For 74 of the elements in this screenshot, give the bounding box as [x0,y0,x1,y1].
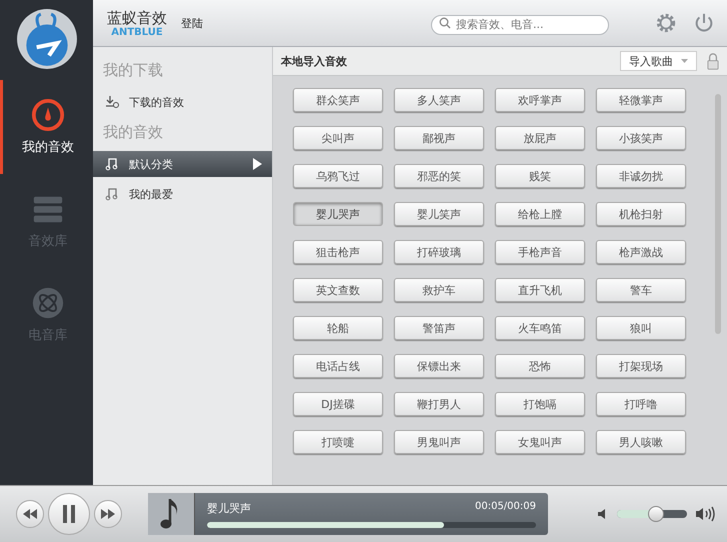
track-title: 婴儿哭声 [207,500,251,516]
atom-icon [31,286,65,320]
panel-title: 本地导入音效 [281,54,347,68]
sidebar-item[interactable]: 下载的音效 [93,89,272,115]
logo-icon [16,8,78,70]
sound-button[interactable]: 警车 [596,278,686,302]
sidebar-item[interactable]: 默认分类 [93,151,272,177]
sound-button[interactable]: 直升飞机 [495,278,585,302]
sound-button[interactable]: 非诚勿扰 [596,164,686,188]
sound-button[interactable]: 轮船 [293,316,383,340]
sound-button[interactable]: 邪恶的笑 [394,164,484,188]
volume-high-icon[interactable] [695,506,715,522]
sound-button[interactable]: 婴儿笑声 [394,202,484,226]
progress-bar[interactable] [207,522,536,528]
play-pause-button[interactable] [48,493,90,535]
sound-button[interactable]: 小孩笑声 [596,126,686,150]
sound-button[interactable]: 机枪扫射 [596,202,686,226]
sound-button[interactable]: 保镖出来 [394,354,484,378]
sound-button[interactable]: 火车鸣笛 [495,316,585,340]
sound-button[interactable]: 群众笑声 [293,88,383,112]
fast-forward-button[interactable] [94,500,122,528]
section-title: 我的音效 [102,122,164,143]
arrow-icon [252,158,262,170]
sound-button[interactable]: 贱笑 [495,164,585,188]
sound-button[interactable]: 女鬼叫声 [495,430,585,454]
sound-button[interactable]: 打饱嗝 [495,392,585,416]
download-icon [105,95,119,109]
rewind-icon [23,509,37,519]
sound-button[interactable]: 打呼噜 [596,392,686,416]
sidebar-item[interactable]: 我的最爱 [93,181,272,207]
sound-button[interactable]: 多人笑声 [394,88,484,112]
power-icon[interactable] [693,12,715,34]
sound-button[interactable]: 轻微掌声 [596,88,686,112]
sound-button[interactable]: 狙击枪声 [293,240,383,264]
sound-button[interactable]: 婴儿哭声 [293,202,383,226]
track-time: 00:05/00:09 [474,500,536,514]
sound-button[interactable]: 打喷嚏 [293,430,383,454]
login-link[interactable]: 登陆 [181,16,203,30]
fast-forward-icon [101,509,115,519]
rewind-button[interactable] [16,500,44,528]
sound-button[interactable]: 乌鸦飞过 [293,164,383,188]
sound-button[interactable]: 英文查数 [293,278,383,302]
search-icon [439,17,451,29]
scrollbar[interactable] [715,94,721,334]
sound-button[interactable]: 电话占线 [293,354,383,378]
album-art-icon [148,493,195,535]
sound-button[interactable]: 警笛声 [394,316,484,340]
music-note-icon [105,157,119,171]
pause-icon [61,505,77,523]
app-title: 蓝蚁音效 [107,8,167,28]
sound-button[interactable]: 鞭打男人 [394,392,484,416]
gauge-icon [31,98,65,132]
sound-button[interactable]: 放屁声 [495,126,585,150]
import-dropdown[interactable]: 导入歌曲 [620,51,697,71]
sound-button[interactable]: 鄙视声 [394,126,484,150]
sound-button[interactable]: 手枪声音 [495,240,585,264]
sound-button[interactable]: 欢呼掌声 [495,88,585,112]
sound-button[interactable]: 尖叫声 [293,126,383,150]
sound-button[interactable]: 打架现场 [596,354,686,378]
section-title: 我的下载 [102,60,164,81]
sound-button[interactable]: 狼叫 [596,316,686,340]
sound-button[interactable]: DJ搓碟 [293,392,383,416]
caret-icon [681,58,688,64]
sound-button[interactable]: 枪声激战 [596,240,686,264]
sound-button[interactable]: 救护车 [394,278,484,302]
settings-icon[interactable] [655,12,677,34]
sound-button[interactable]: 打碎玻璃 [394,240,484,264]
sound-button[interactable]: 恐怖 [495,354,585,378]
sound-button[interactable]: 男鬼叫声 [394,430,484,454]
search-field[interactable]: 搜索音效、电音... [431,14,609,34]
sound-button[interactable]: 给枪上膛 [495,202,585,226]
app-subtitle: ANTBLUE [111,28,163,38]
sound-button[interactable]: 男人咳嗽 [596,430,686,454]
music-note-icon [105,187,119,201]
